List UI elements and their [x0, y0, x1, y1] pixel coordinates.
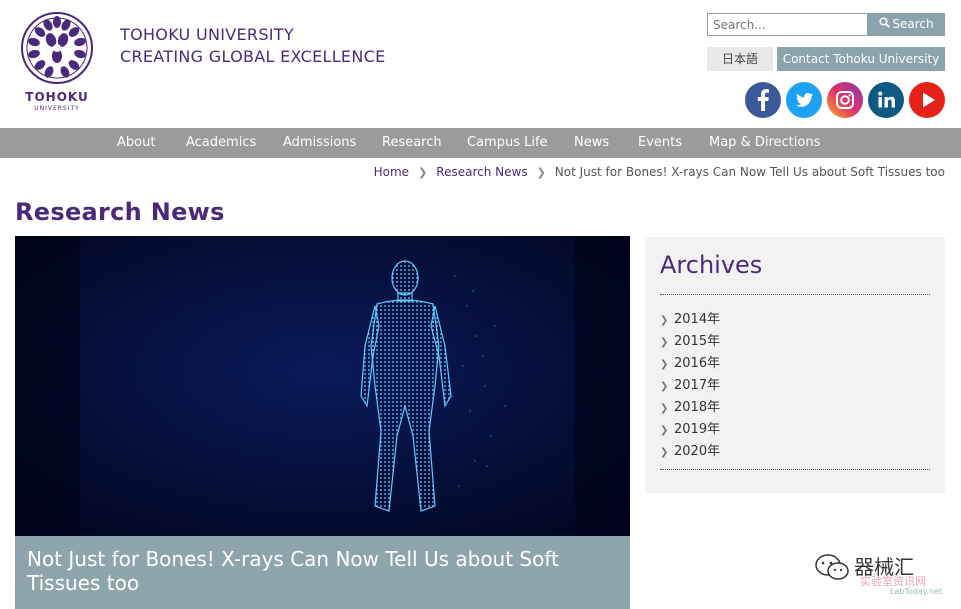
archive-item-2019[interactable]: ❯ 2019年 [660, 418, 720, 437]
archive-item-2018[interactable]: ❯ 2018年 [660, 396, 720, 415]
twitter-icon[interactable] [786, 82, 822, 118]
nav-item-news[interactable]: News [574, 128, 609, 158]
chevron-right-icon: ❯ [418, 166, 428, 179]
logo-sub: UNIVERSITY [34, 105, 80, 112]
chevron-right-icon: ❯ [660, 359, 669, 370]
watermark-url: LabToday.net [890, 587, 943, 596]
breadcrumb-current: Not Just for Bones! X-rays Can Now Tell … [554, 165, 945, 179]
university-logo[interactable]: TOHOKU UNIVERSITY [18, 10, 96, 114]
archive-item-2015[interactable]: ❯ 2015年 [660, 330, 720, 349]
search-button-label: Search [892, 17, 934, 31]
nav-item-research[interactable]: Research [382, 128, 442, 158]
chevron-right-icon: ❯ [660, 337, 669, 348]
chevron-right-icon: ❯ [536, 166, 546, 179]
nav-item-map-directions[interactable]: Map & Directions [709, 128, 820, 158]
search-icon [879, 13, 891, 36]
site-tagline: TOHOKU UNIVERSITY CREATING GLOBAL EXCELL… [120, 24, 385, 68]
archive-item-2014[interactable]: ❯ 2014年 [660, 308, 720, 327]
breadcrumb-home[interactable]: Home [374, 165, 409, 179]
archive-item-2017[interactable]: ❯ 2017年 [660, 374, 720, 393]
main-nav: About Academics Admissions Research Camp… [0, 128, 961, 158]
tagline-line2: CREATING GLOBAL EXCELLENCE [120, 47, 386, 66]
search-button[interactable]: Search [868, 13, 945, 36]
nav-item-academics[interactable]: Academics [186, 128, 256, 158]
linkedin-icon[interactable] [868, 82, 904, 118]
search-input[interactable] [707, 13, 868, 36]
nav-item-admissions[interactable]: Admissions [283, 128, 356, 158]
archive-item-2016[interactable]: ❯ 2016年 [660, 352, 720, 371]
logo-name: TOHOKU [25, 90, 89, 104]
nav-item-events[interactable]: Events [638, 128, 682, 158]
tagline-line1: TOHOKU UNIVERSITY [120, 25, 294, 44]
facebook-icon[interactable] [745, 82, 781, 118]
breadcrumb-research-news[interactable]: Research News [436, 165, 527, 179]
wechat-icon [815, 554, 849, 580]
chevron-right-icon: ❯ [660, 425, 669, 436]
breadcrumb: Home ❯ Research News ❯ Not Just for Bones! X… [374, 165, 945, 179]
watermark: 器械汇 实验室资讯网 LabToday.net [812, 551, 957, 607]
nav-item-about[interactable]: About [117, 128, 155, 158]
chevron-right-icon: ❯ [660, 381, 669, 392]
page-title: Research News [15, 198, 225, 226]
archives-divider-bottom [660, 469, 930, 470]
archive-item-2020[interactable]: ❯ 2020年 [660, 440, 720, 459]
archives-panel: Archives ❯ 2014年 ❯ 2015年 ❯ 2016年 ❯ 2017年 ❯ 20… [645, 237, 945, 493]
youtube-icon[interactable] [909, 82, 945, 118]
instagram-icon[interactable] [827, 82, 863, 118]
hero-image [15, 236, 630, 536]
xray-human-figure-icon [15, 236, 630, 536]
logo-emblem-icon [21, 12, 93, 84]
nav-item-campus-life[interactable]: Campus Life [467, 128, 548, 158]
contact-button[interactable]: Contact Tohoku University [777, 47, 945, 71]
archives-heading: Archives [660, 251, 763, 279]
chevron-right-icon: ❯ [660, 403, 669, 414]
language-button[interactable]: 日本語 [707, 47, 773, 71]
article-title[interactable]: Not Just for Bones! X-rays Can Now Tell … [15, 536, 630, 609]
chevron-right-icon: ❯ [660, 315, 669, 326]
archives-divider-top [660, 294, 930, 295]
chevron-right-icon: ❯ [660, 447, 669, 458]
site-header: TOHOKU UNIVERSITY TOHOKU UNIVERSITY CREA… [0, 0, 961, 128]
